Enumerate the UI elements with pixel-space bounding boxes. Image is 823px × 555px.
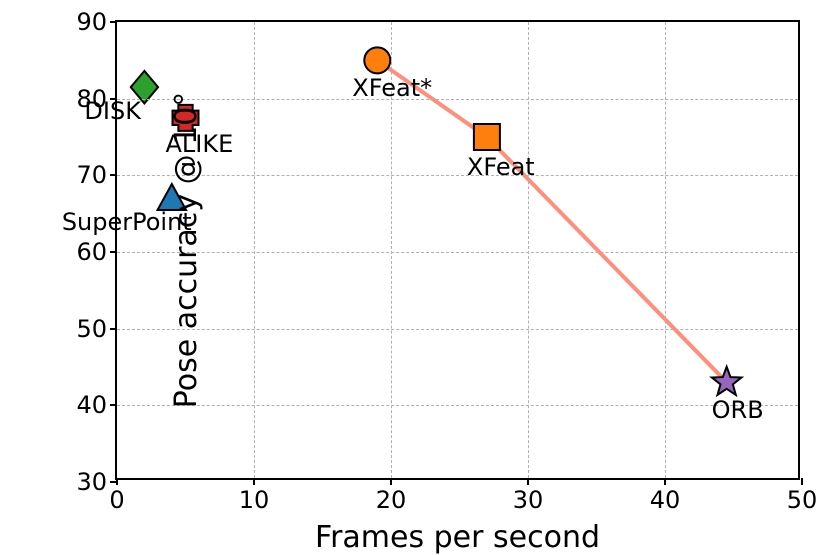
tick-mark: [664, 478, 666, 485]
grid-line: [117, 405, 798, 406]
plot-area: 0102030405030405060708090DISKALIKESuperP…: [115, 20, 800, 480]
grid-line: [117, 329, 798, 330]
tick-mark: [110, 328, 117, 330]
point-label: DISK: [84, 97, 141, 125]
point-label: XFeat: [467, 153, 535, 181]
tick-mark: [253, 478, 255, 485]
tick-mark: [110, 404, 117, 406]
tick-mark: [110, 174, 117, 176]
y-tick-label: 40: [76, 391, 107, 419]
y-tick-label: 90: [76, 8, 107, 36]
marker-xfeat: [474, 124, 500, 150]
x-tick-label: 30: [513, 486, 544, 514]
chart-container: 0102030405030405060708090DISKALIKESuperP…: [0, 0, 823, 554]
y-axis-label: Pose accuracy @ 10°: [169, 92, 204, 409]
tick-mark: [110, 21, 117, 23]
x-tick-label: 20: [376, 486, 407, 514]
grid-line: [665, 22, 666, 478]
grid-line: [254, 22, 255, 478]
tick-mark: [390, 478, 392, 485]
y-tick-label: 50: [76, 315, 107, 343]
y-tick-label: 60: [76, 238, 107, 266]
point-label: ORB: [712, 396, 764, 424]
tick-mark: [110, 251, 117, 253]
tick-mark: [801, 478, 803, 485]
tick-mark: [110, 481, 117, 483]
grid-line: [528, 22, 529, 478]
x-tick-label: 40: [650, 486, 681, 514]
grid-line: [117, 175, 798, 176]
x-tick-label: 10: [239, 486, 270, 514]
marker-xfeat-: [364, 47, 390, 73]
x-tick-label: 0: [109, 486, 124, 514]
pareto-line: [377, 60, 726, 382]
grid-line: [117, 252, 798, 253]
tick-mark: [527, 478, 529, 485]
point-label: XFeat*: [352, 74, 432, 102]
x-tick-label: 50: [787, 486, 818, 514]
x-axis-label: Frames per second: [315, 520, 600, 555]
y-tick-label: 70: [76, 161, 107, 189]
grid-line: [117, 99, 798, 100]
y-tick-label: 30: [76, 468, 107, 496]
